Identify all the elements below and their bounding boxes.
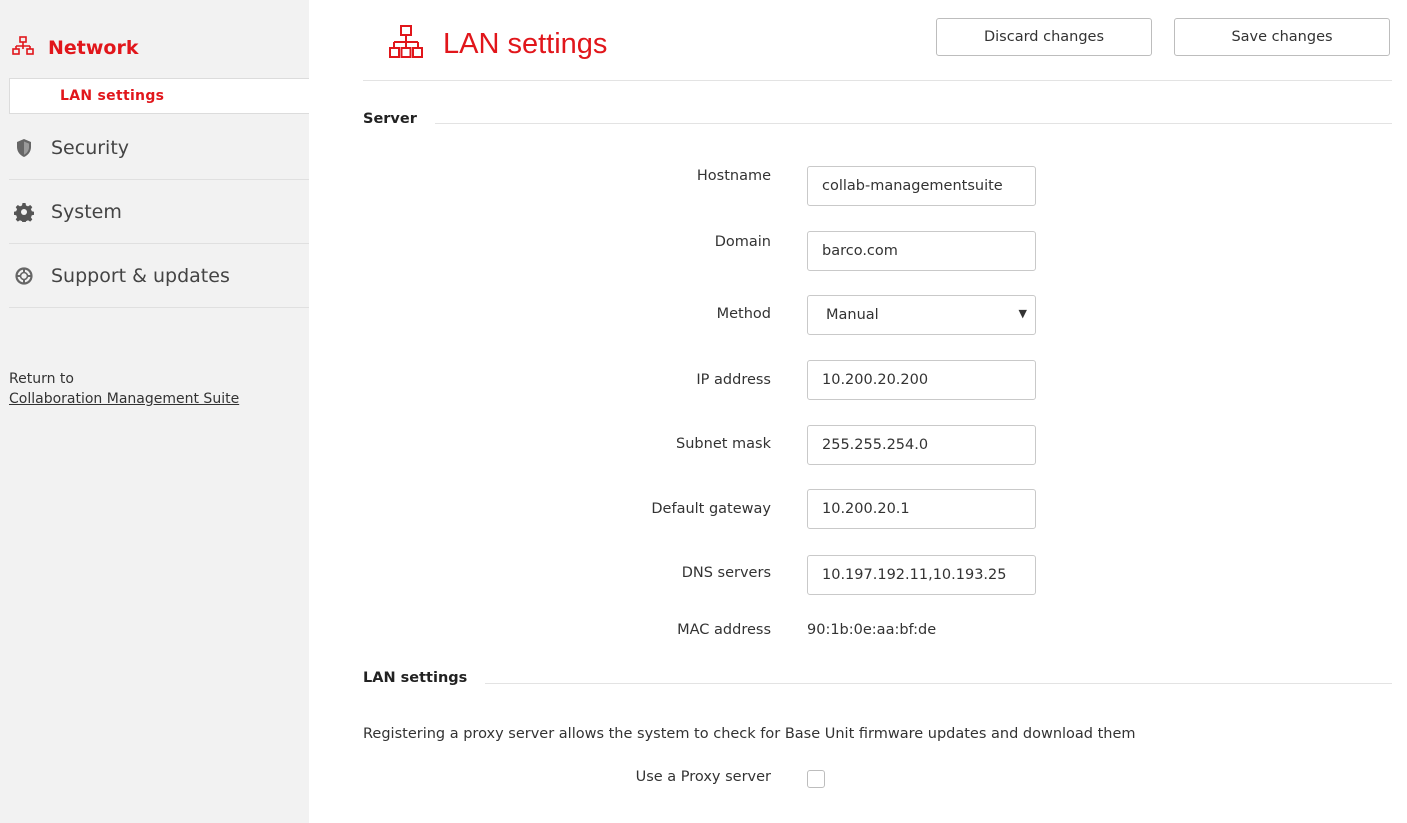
shield-icon [13,137,35,159]
lifebuoy-icon [13,265,35,287]
page-title-group: LAN settings [389,24,607,64]
use-proxy-label: Use a Proxy server [635,769,771,785]
discard-changes-button[interactable]: Discard changes [936,18,1152,56]
network-icon [12,36,34,60]
return-link[interactable]: Collaboration Management Suite [9,389,239,409]
gear-icon [13,201,35,223]
default-gateway-input[interactable] [807,489,1036,529]
domain-label: Domain [714,234,771,250]
sidebar-item-network[interactable]: Network [12,33,138,63]
ip-address-input[interactable] [807,360,1036,400]
sidebar-subitem-lan-settings[interactable]: LAN settings [9,78,309,114]
hostname-input[interactable] [807,166,1036,206]
sidebar-item-label: System [51,200,122,223]
page-title: LAN settings [443,27,608,60]
hostname-label: Hostname [696,168,771,184]
page-header: LAN settings Discard changes Save change… [363,0,1392,81]
mac-address-value: 90:1b:0e:aa:bf:de [807,622,937,638]
sidebar-item-system[interactable]: System [9,180,309,244]
sidebar-item-label: Support & updates [51,264,230,287]
network-icon [389,24,423,64]
sidebar-item-label: Security [51,136,130,159]
dropdown-arrow-icon: ▼ [1018,307,1027,320]
section-title-lan-settings: LAN settings [363,670,486,686]
proxy-description: Registering a proxy server allows the sy… [363,726,1136,742]
save-changes-button[interactable]: Save changes [1174,18,1390,56]
use-proxy-checkbox[interactable] [807,770,825,788]
subnet-mask-label: Subnet mask [676,436,771,452]
return-block: Return to Collaboration Management Suite [9,369,239,409]
sidebar-subitem-label: LAN settings [60,88,165,104]
method-label: Method [716,306,771,322]
default-gateway-label: Default gateway [651,501,771,517]
section-divider [363,123,1392,124]
method-select[interactable]: Manual ▼ [807,295,1036,335]
dns-servers-input[interactable] [807,555,1036,595]
dns-servers-label: DNS servers [681,565,771,581]
sidebar-item-security[interactable]: Security [9,116,309,180]
subnet-mask-input[interactable] [807,425,1036,465]
ip-address-label: IP address [696,372,771,388]
method-select-value: Manual [826,307,879,323]
domain-input[interactable] [807,231,1036,271]
section-title-server: Server [363,111,435,127]
return-text: Return to [9,371,74,387]
mac-address-label: MAC address [677,622,771,638]
sidebar: Network LAN settings Security System Sup… [0,0,309,823]
sidebar-item-label: Network [48,37,139,59]
sidebar-item-support-updates[interactable]: Support & updates [9,244,309,308]
section-divider [363,683,1392,684]
